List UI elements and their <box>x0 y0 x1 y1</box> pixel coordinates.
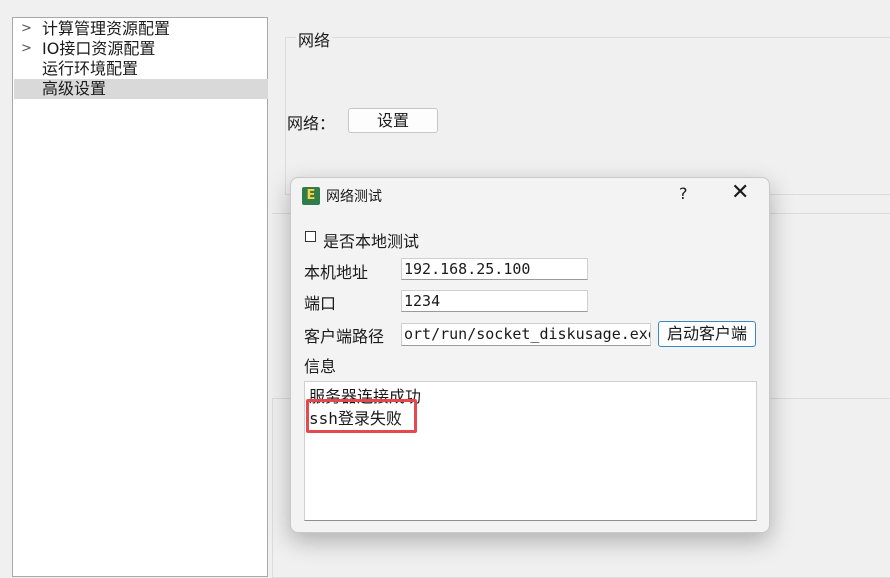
tree-item-label: 高级设置 <box>42 79 107 98</box>
info-label: 信息 <box>304 357 337 376</box>
client-path-label: 客户端路径 <box>304 327 385 346</box>
app-logo-icon: E <box>302 187 320 205</box>
port-label: 端口 <box>304 294 337 313</box>
network-label: 网络： <box>287 114 336 133</box>
info-textarea[interactable]: 服务器连接成功 ssh登录失败 <box>304 381 757 521</box>
tree-item-label: 计算管理资源配置 <box>42 19 171 38</box>
tree-item-label: IO接口资源配置 <box>42 39 156 58</box>
local-test-label[interactable]: 是否本地测试 <box>323 228 419 252</box>
close-button[interactable]: ✕ <box>731 181 749 205</box>
host-address-field[interactable]: 192.168.25.100 <box>401 258 588 280</box>
client-path-field[interactable]: ort/run/socket_diskusage.exe <box>401 323 651 346</box>
tree-item-runtime-env[interactable]: 运行环境配置 <box>14 59 268 79</box>
tree-item-advanced-settings[interactable]: 高级设置 <box>14 79 268 99</box>
network-test-dialog: E 网络测试 ? ✕ 是否本地测试 本机地址 192.168.25.100 端口… <box>290 177 770 533</box>
chevron-right-icon[interactable]: > <box>21 39 32 59</box>
settings-tree[interactable]: > 计算管理资源配置 > IO接口资源配置 运行环境配置 高级设置 <box>12 17 268 577</box>
network-group-title: 网络 <box>296 27 333 51</box>
help-button[interactable]: ? <box>679 184 688 203</box>
start-client-button[interactable]: 启动客户端 <box>658 321 756 347</box>
port-field[interactable]: 1234 <box>401 290 588 312</box>
network-settings-button[interactable]: 设置 <box>348 108 438 133</box>
host-address-label: 本机地址 <box>304 263 369 282</box>
chevron-right-icon[interactable]: > <box>21 19 32 39</box>
local-test-checkbox[interactable] <box>305 231 316 242</box>
tree-item-io-resources[interactable]: > IO接口资源配置 <box>14 39 268 59</box>
dialog-title: 网络测试 <box>326 189 382 205</box>
error-highlight-box <box>306 399 417 433</box>
tree-item-label: 运行环境配置 <box>42 59 139 78</box>
tree-item-compute-resources[interactable]: > 计算管理资源配置 <box>14 19 268 39</box>
